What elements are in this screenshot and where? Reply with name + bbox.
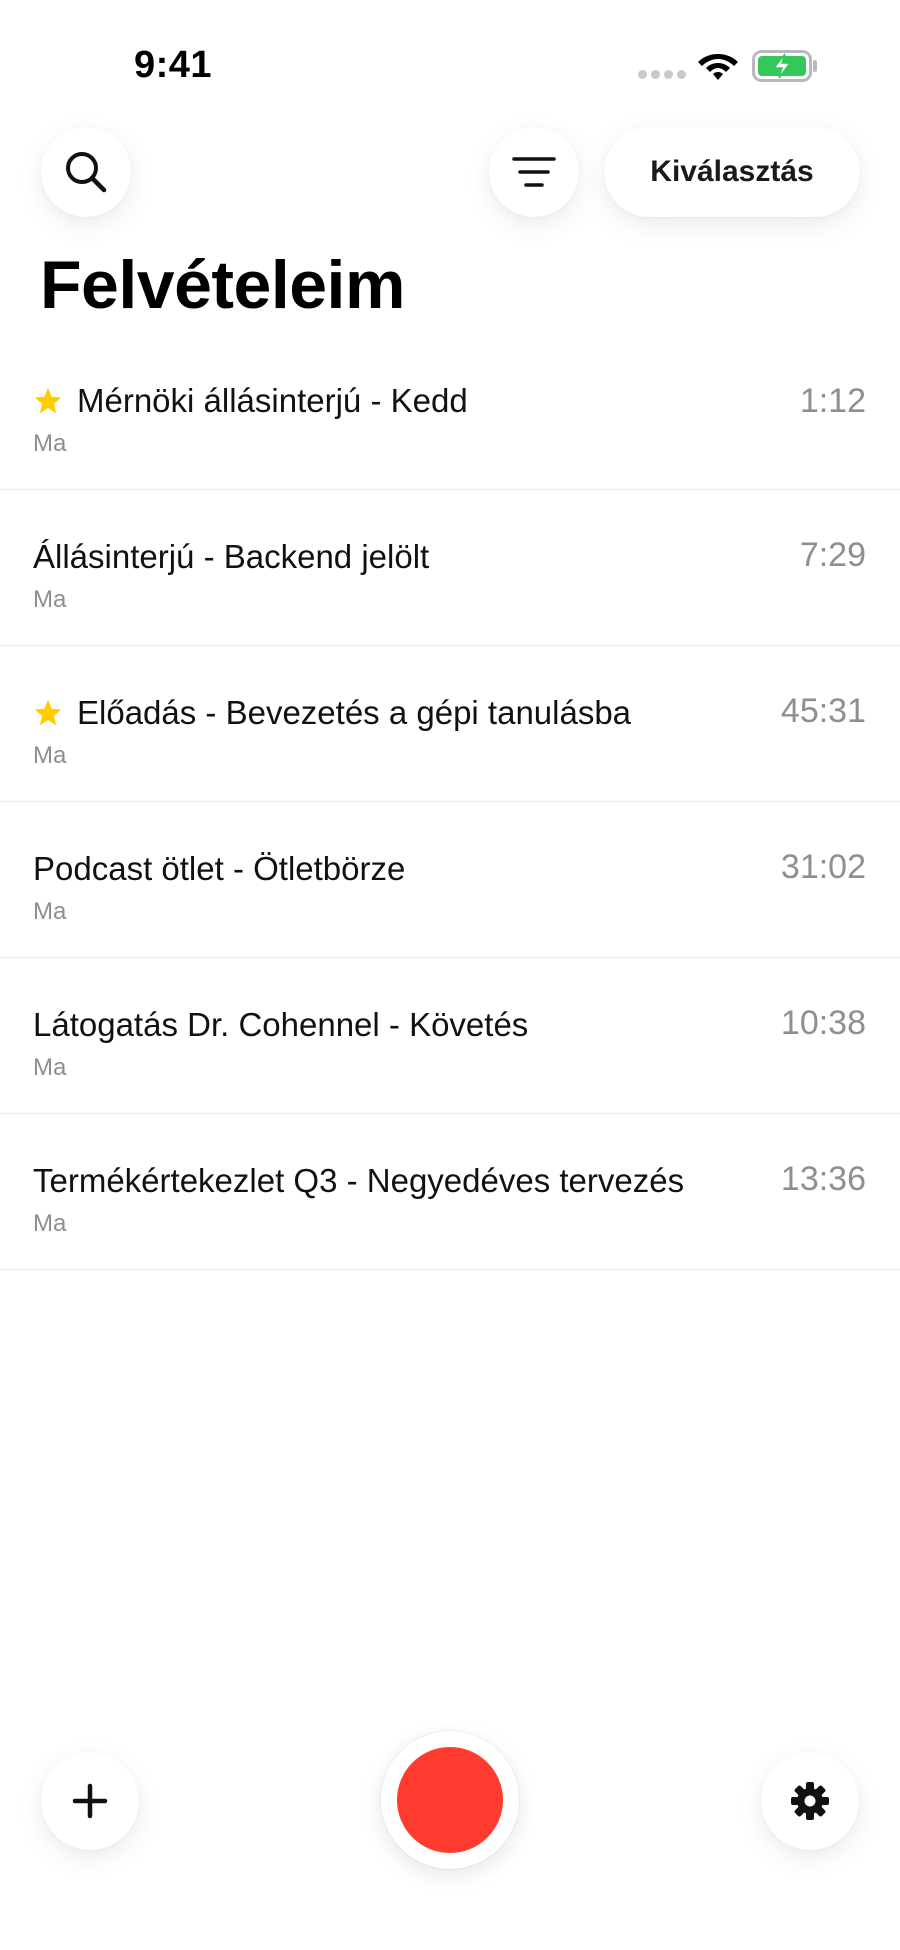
star-icon [34,387,62,414]
recording-title: Látogatás Dr. Cohennel - Követés [33,1006,529,1043]
list-item[interactable]: Állásinterjú - Backend jelölt Ma 7:29 [0,490,900,646]
search-button[interactable] [41,127,131,217]
recording-title-row: Előadás - Bevezetés a gépi tanulásba [33,694,631,732]
recording-title: Előadás - Bevezetés a gépi tanulásba [77,694,632,731]
recording-duration: 1:12 [799,382,866,420]
recording-title: Podcast ötlet - Ötletbörze [33,850,406,887]
list-item[interactable]: Termékértekezlet Q3 - Negyedéves tervezé… [0,1114,900,1270]
record-icon [397,1747,503,1853]
recording-title-row: Állásinterjú - Backend jelölt [33,538,429,576]
recording-date: Ma [33,1054,67,1081]
battery-charging-icon [752,50,817,82]
page-title: Felvételeim [40,247,405,323]
recording-title-row: Termékértekezlet Q3 - Negyedéves tervezé… [33,1162,684,1200]
recording-duration: 10:38 [780,1004,866,1042]
recording-duration: 45:31 [780,692,866,730]
wifi-icon [698,54,738,80]
recording-title: Termékértekezlet Q3 - Negyedéves tervezé… [33,1162,685,1199]
recordings-list: Mérnöki állásinterjú - Kedd Ma 1:12 Állá… [0,350,900,1270]
recording-duration: 13:36 [780,1160,866,1198]
filter-lines-icon [512,157,556,187]
filter-button[interactable] [489,127,579,217]
status-bar: 9:41 [0,0,900,120]
recordings-screen: 9:41 Kiválasztás Felvételeim Mérnöki áll… [0,0,900,1950]
recording-date: Ma [33,742,67,769]
list-item[interactable]: Előadás - Bevezetés a gépi tanulásba Ma … [0,646,900,802]
plus-icon [72,1783,108,1819]
list-item[interactable]: Mérnöki állásinterjú - Kedd Ma 1:12 [0,350,900,490]
recording-title: Mérnöki állásinterjú - Kedd [77,382,468,419]
recording-date: Ma [33,586,67,613]
recording-title-row: Mérnöki állásinterjú - Kedd [33,382,468,420]
recording-title-row: Látogatás Dr. Cohennel - Követés [33,1006,528,1044]
select-button[interactable]: Kiválasztás [604,127,860,217]
recording-title: Állásinterjú - Backend jelölt [33,538,430,575]
recording-date: Ma [33,430,67,457]
recording-title-row: Podcast ötlet - Ötletbörze [33,850,405,888]
signal-dots-icon [638,70,686,80]
recording-duration: 31:02 [780,848,866,886]
list-item[interactable]: Látogatás Dr. Cohennel - Követés Ma 10:3… [0,958,900,1114]
list-item[interactable]: Podcast ötlet - Ötletbörze Ma 31:02 [0,802,900,958]
gear-icon [791,1782,829,1820]
status-time: 9:41 [134,44,213,86]
add-button[interactable] [41,1752,139,1850]
star-icon [34,699,62,726]
recording-duration: 7:29 [799,536,866,574]
search-icon [66,152,107,193]
recording-date: Ma [33,1210,67,1237]
settings-button[interactable] [761,1752,859,1850]
record-button[interactable] [381,1731,519,1869]
recording-date: Ma [33,898,67,925]
